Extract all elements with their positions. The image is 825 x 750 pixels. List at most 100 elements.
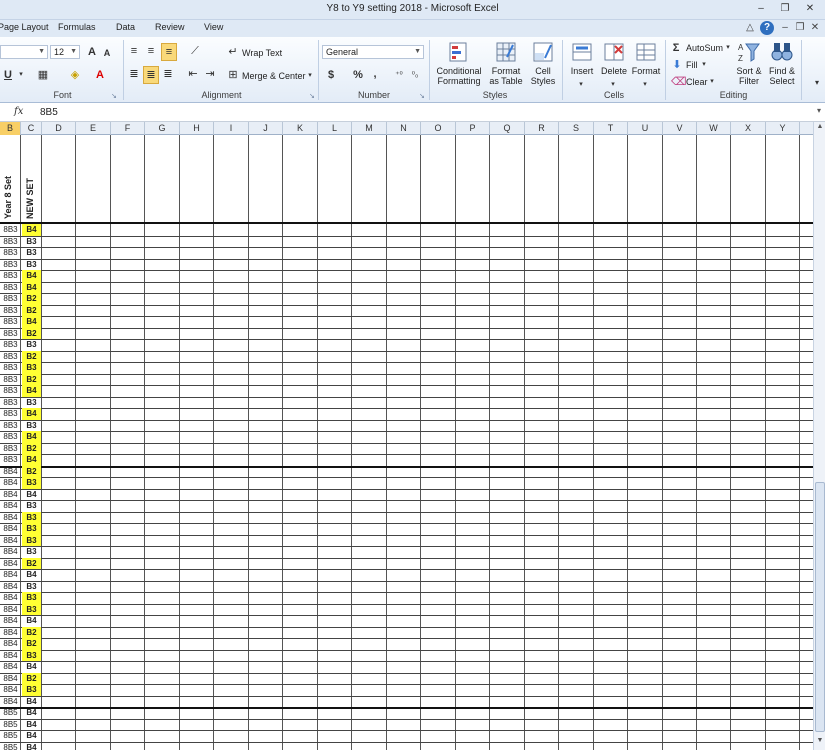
cell-new-set[interactable]: B3 (22, 511, 41, 523)
cell-year8-set[interactable]: 8B4 (0, 673, 21, 685)
tab-formulas[interactable]: Formulas (58, 22, 96, 32)
cell-new-set[interactable]: B4 (22, 408, 41, 420)
cell-new-set[interactable]: B4 (22, 661, 41, 673)
cell-year8-set[interactable]: 8B3 (0, 236, 21, 248)
worksheet-grid[interactable]: Year 8 Set NEW SET 8B3 B4 8B3 B3 8B3 B3 8B3 B3 8… (0, 135, 813, 750)
align-center-icon[interactable]: ≣ (143, 66, 159, 84)
column-header-f[interactable]: F (111, 122, 145, 135)
format-button[interactable]: Format (630, 40, 662, 76)
cell-new-set[interactable]: B3 (22, 339, 41, 351)
cell-year8-set[interactable]: 8B3 (0, 282, 21, 294)
workbook-restore-button[interactable]: ❐ (793, 21, 807, 35)
dialog-launcher-icon[interactable]: ↘ (309, 92, 315, 100)
cell-new-set[interactable]: B3 (22, 259, 41, 271)
column-header-k[interactable]: K (283, 122, 318, 135)
cell-year8-set[interactable]: 8B4 (0, 615, 21, 627)
column-header-p[interactable]: P (456, 122, 490, 135)
cell-new-set[interactable]: B4 (22, 385, 41, 397)
header-year8-set[interactable]: Year 8 Set (3, 176, 13, 219)
column-header-w[interactable]: W (697, 122, 731, 135)
cell-new-set[interactable]: B3 (22, 236, 41, 248)
increase-indent-icon[interactable]: ⇥ (203, 66, 217, 82)
cell-year8-set[interactable]: 8B3 (0, 443, 21, 455)
cell-new-set[interactable]: B4 (22, 431, 41, 443)
grow-font-icon[interactable]: A (86, 44, 98, 60)
help-icon[interactable]: ? (760, 21, 774, 35)
cell-year8-set[interactable]: 8B4 (0, 558, 21, 570)
delete-button[interactable]: Delete (598, 40, 630, 76)
column-header-l[interactable]: L (318, 122, 352, 135)
cell-new-set[interactable]: B4 (22, 454, 41, 466)
cell-new-set[interactable]: B2 (22, 465, 41, 477)
workbook-close-button[interactable]: ✕ (808, 21, 822, 35)
font-name-dropdown[interactable]: ▼ (0, 45, 48, 59)
column-header-q[interactable]: Q (490, 122, 525, 135)
cell-year8-set[interactable]: 8B5 (0, 707, 21, 719)
top-align-icon[interactable]: ≡ (127, 43, 141, 59)
column-header-u[interactable]: U (628, 122, 663, 135)
cell-styles-button[interactable]: Cell Styles (526, 40, 560, 86)
column-header-m[interactable]: M (352, 122, 387, 135)
align-left-icon[interactable]: ≣ (127, 66, 141, 82)
cell-new-set[interactable]: B2 (22, 304, 41, 316)
cell-new-set[interactable]: B3 (22, 247, 41, 259)
cell-new-set[interactable]: B2 (22, 373, 41, 385)
decrease-indent-icon[interactable]: ⇤ (186, 66, 200, 82)
underline-icon[interactable]: U (2, 67, 14, 83)
cell-year8-set[interactable]: 8B3 (0, 316, 21, 328)
dialog-launcher-icon[interactable]: ↘ (111, 92, 117, 100)
chevron-down-icon[interactable]: ▾ (700, 57, 708, 73)
cell-new-set[interactable]: B4 (22, 742, 41, 750)
merge-center-button[interactable]: Merge & Center (242, 71, 306, 81)
comma-icon[interactable]: , (370, 66, 380, 82)
scrollbar-thumb[interactable] (815, 482, 825, 732)
column-header-c[interactable]: C (21, 122, 42, 135)
middle-align-icon[interactable]: ≡ (144, 43, 158, 59)
column-header-j[interactable]: J (249, 122, 283, 135)
cell-year8-set[interactable]: 8B3 (0, 339, 21, 351)
cell-year8-set[interactable]: 8B4 (0, 627, 21, 639)
formula-input[interactable]: 8B5 (40, 107, 58, 118)
cell-new-set[interactable]: B3 (22, 684, 41, 696)
cell-new-set[interactable]: B4 (22, 281, 41, 293)
cell-year8-set[interactable]: 8B3 (0, 362, 21, 374)
chevron-down-icon[interactable]: ▾ (708, 74, 716, 90)
sort-filter-button[interactable]: AZ Sort & Filter (733, 40, 765, 86)
cell-year8-set[interactable]: 8B4 (0, 523, 21, 535)
fill-color-icon[interactable]: ◈ (68, 67, 82, 83)
scroll-up-icon[interactable]: ▲ (815, 123, 825, 133)
workbook-minimize-button[interactable]: – (778, 21, 792, 35)
cell-new-set[interactable]: B3 (22, 534, 41, 546)
scroll-down-icon[interactable]: ▼ (815, 737, 825, 747)
column-header-o[interactable]: O (421, 122, 456, 135)
shrink-font-icon[interactable]: A (102, 45, 112, 61)
cell-new-set[interactable]: B3 (22, 523, 41, 535)
cell-new-set[interactable]: B4 (22, 707, 41, 719)
column-header-v[interactable]: V (663, 122, 697, 135)
cell-new-set[interactable]: B2 (22, 638, 41, 650)
tab-review[interactable]: Review (155, 22, 185, 32)
cell-year8-set[interactable]: 8B3 (0, 328, 21, 340)
cell-new-set[interactable]: B3 (22, 500, 41, 512)
cell-new-set[interactable]: B4 (22, 270, 41, 282)
cell-year8-set[interactable]: 8B3 (0, 420, 21, 432)
cell-new-set[interactable]: B4 (22, 719, 41, 731)
decrease-decimal-icon[interactable]: ⁰₀ (408, 67, 422, 83)
align-right-icon[interactable]: ≣ (161, 66, 175, 82)
cell-new-set[interactable]: B2 (22, 557, 41, 569)
chevron-down-icon[interactable]: ▾ (306, 68, 314, 84)
close-button[interactable]: ✕ (801, 2, 819, 16)
cell-year8-set[interactable]: 8B3 (0, 224, 21, 236)
increase-decimal-icon[interactable]: ⁺⁰ (392, 67, 406, 83)
format-as-table-button[interactable]: Format as Table (486, 40, 526, 86)
cell-year8-set[interactable]: 8B4 (0, 477, 21, 489)
column-header-n[interactable]: N (387, 122, 421, 135)
cell-new-set[interactable]: B2 (22, 626, 41, 638)
cell-year8-set[interactable]: 8B4 (0, 546, 21, 558)
borders-icon[interactable]: ▦ (36, 67, 50, 83)
cell-year8-set[interactable]: 8B3 (0, 431, 21, 443)
cell-year8-set[interactable]: 8B3 (0, 454, 21, 466)
cell-year8-set[interactable]: 8B4 (0, 638, 21, 650)
cell-year8-set[interactable]: 8B4 (0, 500, 21, 512)
cell-new-set[interactable]: B4 (22, 489, 41, 501)
